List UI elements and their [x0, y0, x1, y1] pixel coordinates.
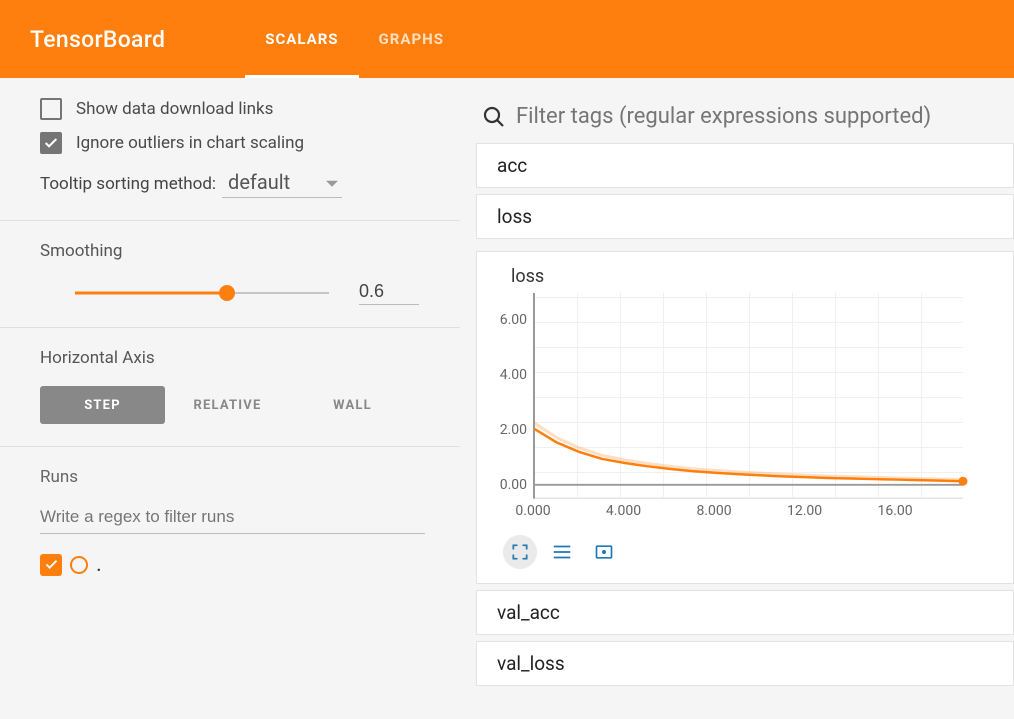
- tooltip-sort-label: Tooltip sorting method:: [40, 174, 216, 194]
- haxis-wall-button[interactable]: WALL: [290, 386, 415, 424]
- xtick: 8.000: [696, 503, 731, 519]
- run-color-swatch-icon: [70, 556, 88, 574]
- chart-toolbar: [503, 535, 993, 569]
- smoothing-section: Smoothing: [0, 221, 460, 328]
- slider-thumb-icon[interactable]: [219, 285, 235, 301]
- haxis-step-button[interactable]: STEP: [40, 386, 165, 424]
- tooltip-sort-select[interactable]: default: [222, 170, 342, 198]
- runs-list: .: [40, 552, 425, 577]
- run-name: .: [96, 552, 102, 577]
- ytick: 4.00: [500, 367, 527, 383]
- tag-filter-row: [476, 98, 1014, 143]
- chart-area[interactable]: 0.002.004.006.00 0.0004.0008.00012.0016.…: [533, 293, 963, 523]
- toggle-y-log-button[interactable]: [545, 535, 579, 569]
- tag-filter-input[interactable]: [516, 104, 1010, 129]
- x-axis-ticks: 0.0004.0008.00012.0016.00: [533, 503, 963, 523]
- sidebar: Show data download links Ignore outliers…: [0, 78, 460, 719]
- show-download-label: Show data download links: [76, 99, 273, 119]
- chevron-down-icon: [326, 180, 338, 186]
- y-axis-ticks: 0.00 2.00 4.00 6.00: [481, 293, 527, 499]
- chart-plot: [533, 293, 963, 499]
- smoothing-slider[interactable]: [75, 283, 329, 303]
- app-header: TensorBoard SCALARS GRAPHS: [0, 0, 1014, 78]
- ytick: 0.00: [500, 477, 527, 493]
- run-checkbox[interactable]: [40, 554, 62, 576]
- expand-chart-button[interactable]: [503, 535, 537, 569]
- show-download-links-toggle[interactable]: Show data download links: [40, 98, 425, 120]
- chart-card-loss: loss 0.00 2.00 4.00 6.00 0.000 4.000 8.000 12.…: [476, 251, 1014, 584]
- ytick: 2.00: [500, 422, 527, 438]
- runs-section: Runs .: [0, 447, 460, 599]
- slider-track-active: [75, 292, 227, 295]
- horizontal-axis-group: STEP RELATIVE WALL: [40, 386, 425, 424]
- checkbox-unchecked-icon: [40, 98, 62, 120]
- display-options-section: Show data download links Ignore outliers…: [0, 78, 460, 221]
- horizontal-axis-label: Horizontal Axis: [40, 348, 425, 368]
- xtick: 16.00: [878, 503, 913, 519]
- tab-scalars[interactable]: SCALARS: [245, 0, 358, 78]
- ytick: 6.00: [500, 312, 527, 328]
- runs-filter-input[interactable]: [40, 507, 425, 534]
- tab-graphs[interactable]: GRAPHS: [359, 0, 464, 78]
- checkbox-checked-icon: [40, 132, 62, 154]
- ignore-outliers-toggle[interactable]: Ignore outliers in chart scaling: [40, 132, 425, 154]
- tooltip-sort-value: default: [228, 170, 290, 194]
- xtick: 12.00: [787, 503, 822, 519]
- horizontal-axis-section: Horizontal Axis STEP RELATIVE WALL: [0, 328, 460, 447]
- ignore-outliers-label: Ignore outliers in chart scaling: [76, 133, 304, 153]
- panel-header-val-loss[interactable]: val_loss: [476, 641, 1014, 686]
- haxis-relative-button[interactable]: RELATIVE: [165, 386, 290, 424]
- smoothing-value-input[interactable]: [359, 281, 419, 305]
- xtick: 4.000: [606, 503, 641, 519]
- chart-title: loss: [511, 266, 993, 287]
- app-title: TensorBoard: [30, 26, 165, 53]
- fit-domain-button[interactable]: [587, 535, 621, 569]
- header-tabs: SCALARS GRAPHS: [245, 0, 464, 78]
- panel-header-acc[interactable]: acc: [476, 143, 1014, 188]
- main-panel: acc loss loss 0.00 2.00 4.00 6.00 0.000 4.00…: [460, 78, 1014, 719]
- runs-label: Runs: [40, 467, 425, 487]
- panel-header-val-acc[interactable]: val_acc: [476, 590, 1014, 635]
- search-icon: [482, 105, 506, 129]
- xtick: 0.000: [515, 503, 550, 519]
- smoothing-label: Smoothing: [40, 241, 425, 261]
- panel-header-loss[interactable]: loss: [476, 194, 1014, 239]
